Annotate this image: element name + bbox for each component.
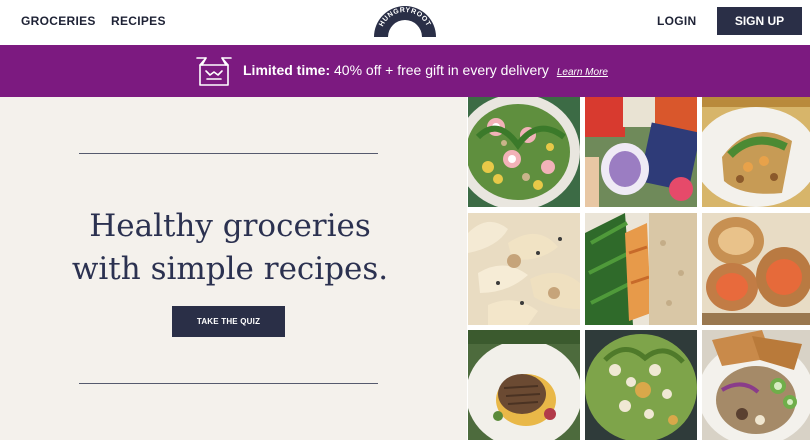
signup-button[interactable]: SIGN UP [717,7,802,35]
take-quiz-button[interactable]: TAKE THE QUIZ [172,306,285,337]
learn-more-link[interactable]: Learn More [557,67,608,78]
baked-dish-photo [702,213,810,325]
hungryroot-logo[interactable]: HUNGRYROOT [372,3,438,37]
promo-banner: Limited time: 40% off + free gift in eve… [0,45,810,97]
promo-message: Limited time: 40% off + free gift in eve… [243,62,608,78]
flatbread-photo [702,97,810,207]
nav-groceries-link[interactable]: GROCERIES [21,14,96,28]
site-header: GROCERIES RECIPES HUNGRYROOT LOGIN SIGN … [0,0,810,45]
salad-photo [468,97,580,207]
food-photo-grid [467,97,810,440]
promo-highlight: Limited time: [243,62,331,78]
hero-divider-bottom [79,383,378,384]
hero-divider-top [79,153,378,154]
chicken-plate-photo [468,330,580,440]
grain-bowl-photo [702,330,810,440]
promo-offer-text: 40% off + free gift in every delivery [330,62,549,78]
gift-box-icon [196,57,232,86]
groceries-photo [585,97,697,207]
salmon-greenbeans-photo [585,213,697,325]
pasta-photo [468,213,580,325]
hero-section: Healthy groceries with simple recipes. T… [0,97,467,440]
login-link[interactable]: LOGIN [657,14,697,28]
nav-recipes-link[interactable]: RECIPES [111,14,166,28]
grain-salad-photo [585,330,697,440]
hero-title: Healthy groceries with simple recipes. [71,208,389,287]
